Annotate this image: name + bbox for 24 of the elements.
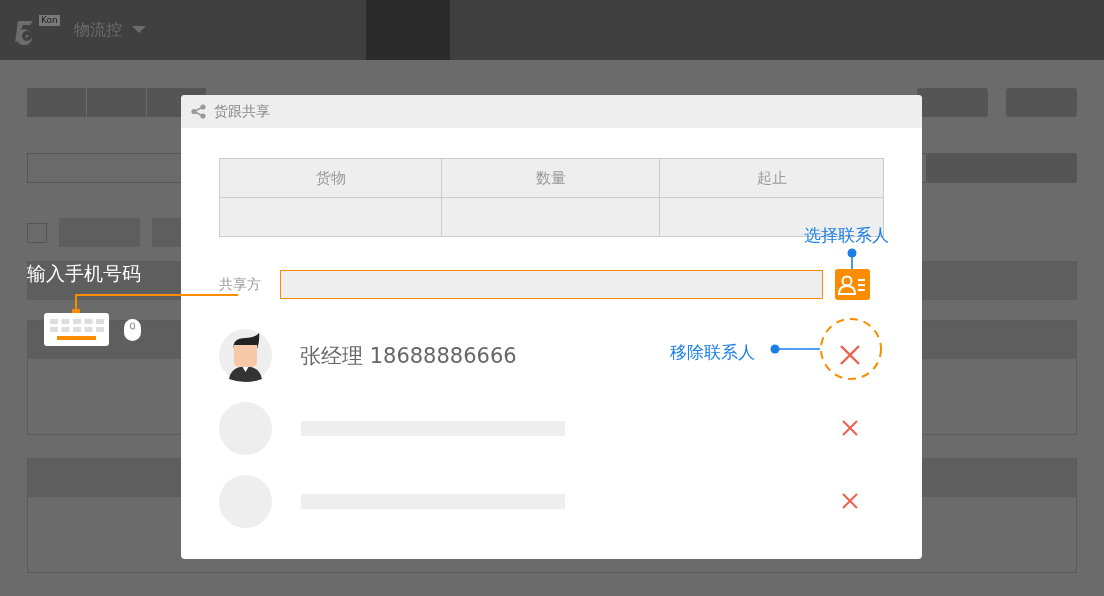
placeholder-block [917,88,988,117]
highlight-ring [819,317,883,381]
close-icon[interactable] [842,420,858,436]
leader-line [847,248,857,269]
annotation-label: 输入手机号码 [27,261,141,286]
table-header-cell: 货物 [220,159,442,198]
leader-line [770,344,820,354]
share-icon [191,104,206,119]
mouse-icon [123,318,142,342]
contact-name: 张经理 18688886666 [300,342,517,370]
table-header-cell: 起止 [660,159,884,198]
keyboard-icon [44,313,109,346]
annotation-label: 选择联系人 [804,224,889,247]
caret-icon [131,26,146,34]
annotation-label: 移除联系人 [670,341,755,364]
close-icon[interactable] [839,344,861,366]
share-label: 共享方 [219,275,262,294]
input-field[interactable] [280,270,823,299]
close-icon[interactable] [842,493,858,509]
contact-card-icon[interactable] [835,269,870,300]
logo-badge: Kon [39,15,60,26]
table-header-cell: 数量 [442,159,660,198]
person-avatar-icon [219,329,272,382]
dialog-title: 货跟共享 [214,102,270,121]
